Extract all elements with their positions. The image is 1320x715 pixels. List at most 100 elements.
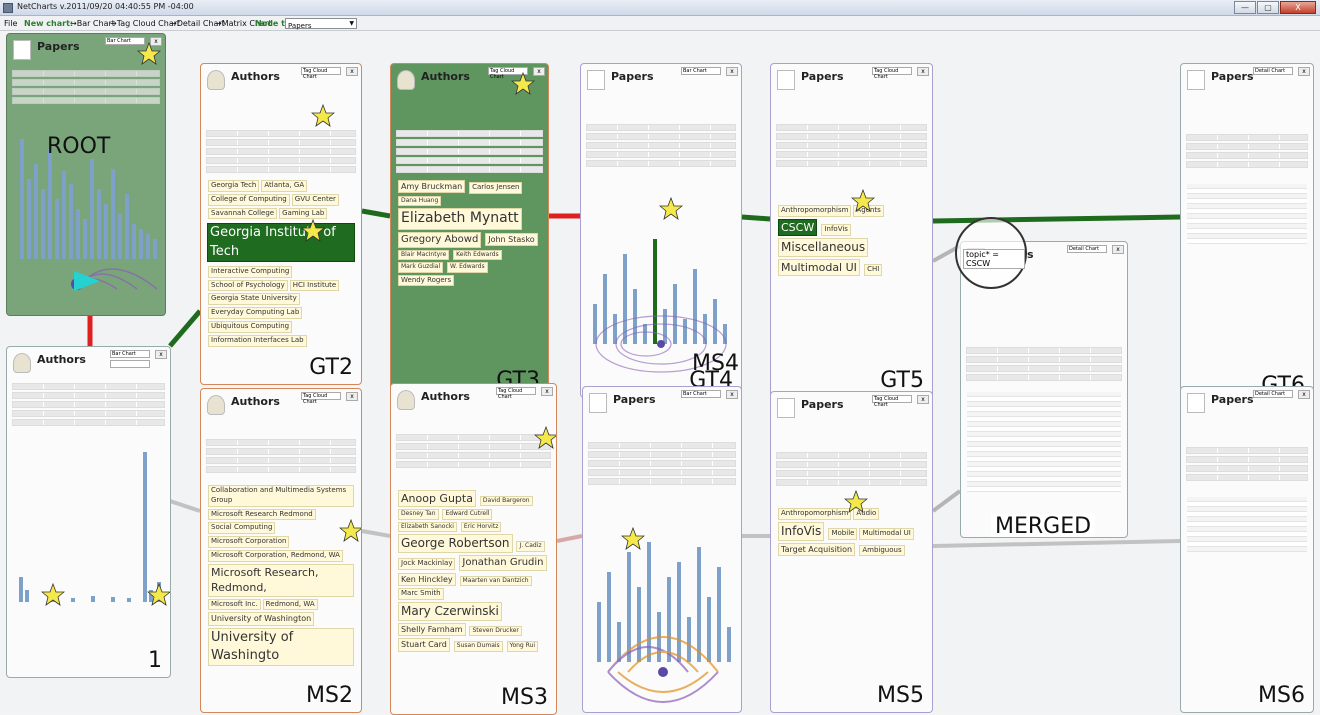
tag-author[interactable]: Gregory Abowd [398, 231, 482, 248]
node-controls[interactable] [206, 130, 356, 180]
tag-author[interactable]: W. Edwards [447, 262, 488, 273]
node-gt4[interactable]: Papers Bar Chart x GT4 [580, 63, 742, 398]
tag-author[interactable]: Desney Tan [398, 509, 439, 520]
link-1-ms2[interactable] [169, 499, 201, 513]
tag-author[interactable]: Marc Smith [398, 588, 444, 601]
link-gt2-gt3[interactable] [361, 208, 391, 219]
graph-canvas[interactable]: Papers Bar Chart x ROOT Authors Bar Chart x … [0, 31, 1320, 715]
tag-author[interactable]: Stuart Card [398, 638, 450, 652]
node-1[interactable]: Authors Bar Chart x 1 [6, 346, 171, 678]
tag-target-acquisition[interactable]: Target Acquisition [778, 542, 856, 556]
tag-author[interactable]: Amy Bruckman [398, 180, 466, 194]
tag-author[interactable]: John Stasko [485, 232, 538, 246]
tag-georgia-tech[interactable]: Georgia Institute of Tech [207, 223, 355, 262]
chart-type-select[interactable]: Tag Cloud Chart [872, 395, 912, 408]
tag-author[interactable]: Shelly Farnham [398, 622, 466, 637]
tag-cloud[interactable]: Anthropomorphism Audio InfoVis Mobile Mult… [777, 507, 926, 557]
node-controls[interactable] [12, 70, 160, 120]
link-ms3-ms4[interactable] [556, 534, 583, 543]
tag-author[interactable]: Blair MacIntyre [398, 249, 450, 261]
node-ms3[interactable]: Authors Tag Cloud Chart x Anoop Gupta Davi… [390, 383, 557, 715]
node-controls[interactable] [396, 434, 551, 484]
menu-file[interactable]: File [4, 19, 17, 28]
close-node-button[interactable]: x [155, 350, 167, 359]
node-controls[interactable] [12, 383, 165, 433]
node-controls[interactable] [206, 439, 356, 489]
tag-author[interactable]: Steven Drucker [469, 625, 522, 637]
tag-author[interactable]: Jonathan Grudin [459, 554, 547, 571]
tag-cloud[interactable]: Amy Bruckman Carlos Jensen Dana Huang El… [397, 179, 542, 287]
tag-author[interactable]: David Bargeron [479, 496, 533, 507]
close-node-button[interactable]: x [541, 387, 553, 396]
chart-type-select[interactable]: Tag Cloud Chart [872, 67, 912, 80]
node-controls[interactable] [1186, 447, 1308, 497]
node-ms2[interactable]: Authors Tag Cloud Chart x Collaboration an… [200, 388, 362, 713]
node-type-select[interactable]: Papers ▼ [285, 18, 357, 30]
tag-author[interactable]: Yong Rui [506, 641, 539, 652]
close-button[interactable]: X [1280, 1, 1316, 14]
tag-author[interactable]: Mary Czerwinski [398, 602, 502, 621]
node-controls[interactable] [586, 124, 736, 174]
chart-type-select[interactable]: Detail Chart [1067, 245, 1107, 253]
node-root[interactable]: Papers Bar Chart x ROOT [6, 33, 166, 316]
maximize-button[interactable]: ▢ [1257, 1, 1279, 14]
chart-type-select[interactable]: Tag Cloud Chart [301, 67, 341, 80]
tag-author[interactable]: Elizabeth Mynatt [398, 208, 522, 230]
node-gt5[interactable]: Papers Tag Cloud Chart x AnthropomorphismA… [770, 63, 933, 398]
menu-bar-chart[interactable]: →Bar Chart [70, 19, 115, 28]
chart-type-select[interactable]: Tag Cloud Chart [301, 392, 341, 405]
node-gt2[interactable]: Authors Tag Cloud Chart x Georgia Tech Atla… [200, 63, 362, 385]
node-controls[interactable] [1186, 134, 1308, 184]
node-controls[interactable] [396, 130, 543, 180]
tag-multimodal-ui[interactable]: Multimodal UI [778, 258, 860, 277]
tag-author[interactable]: Mark Guzdial [398, 262, 444, 273]
close-node-button[interactable]: x [917, 395, 929, 404]
tag-author[interactable]: George Robertson [398, 534, 513, 553]
tag-cloud[interactable]: Collaboration and Multimedia Systems Gro… [207, 484, 355, 667]
minimize-button[interactable]: — [1234, 1, 1256, 14]
tag-org[interactable]: University of Washington [208, 612, 315, 626]
tag-author[interactable]: J. Cadiz [516, 541, 545, 552]
tag-infovis[interactable]: InfoVis [778, 521, 825, 541]
tag-author[interactable]: Eric Horvitz [460, 521, 502, 533]
close-node-button[interactable]: x [346, 67, 358, 76]
detail-table[interactable] [1187, 497, 1307, 552]
close-node-button[interactable]: x [346, 392, 358, 401]
tag-author[interactable]: Susan Dumais [453, 641, 503, 652]
close-node-button[interactable]: x [1298, 67, 1310, 76]
tag-author[interactable]: Carlos Jensen [469, 182, 523, 194]
tag-chi[interactable]: CHI [864, 263, 883, 276]
tag-cloud[interactable]: Anoop Gupta David Bargeron Desney Tan Ed… [397, 489, 550, 653]
tag-author[interactable]: Wendy Rogers [398, 274, 455, 287]
tag-cscw[interactable]: CSCW [778, 218, 818, 237]
tag-miscellaneous[interactable]: Miscellaneous [778, 238, 869, 257]
node-ms5[interactable]: Papers Tag Cloud Chart x Anthropomorphism A… [770, 391, 933, 713]
chart-type-select[interactable]: Bar Chart [110, 350, 150, 358]
tag-infovis[interactable]: InfoVis [821, 223, 851, 236]
tag-author[interactable]: Jock Mackinlay [398, 557, 456, 570]
close-node-button[interactable]: x [726, 67, 738, 76]
chart-type-select[interactable]: Tag Cloud Chart [496, 387, 536, 400]
tag-author[interactable]: Edward Cutrell [442, 509, 493, 520]
tag-author[interactable]: Dana Huang [398, 195, 442, 207]
chart-type-select[interactable]: Bar Chart [681, 67, 721, 75]
node-controls[interactable] [776, 124, 927, 174]
tag-org[interactable]: University of Washingto [208, 627, 354, 666]
tag-author[interactable]: Keith Edwards [453, 249, 502, 261]
tag-org[interactable]: Microsoft Research, Redmond, [208, 563, 354, 597]
chart-type-select[interactable]: Detail Chart [1253, 390, 1293, 398]
close-node-button[interactable]: x [1298, 390, 1310, 399]
tag-author[interactable]: Elizabeth Sanocki [398, 521, 457, 533]
link-gt5-gt6[interactable] [932, 214, 1181, 224]
tag-org[interactable]: Microsoft Corporation [208, 536, 290, 548]
link-gt4-gt5[interactable] [741, 214, 771, 222]
close-node-button[interactable]: x [1112, 245, 1124, 254]
bar-chart[interactable] [15, 437, 162, 602]
node-ms6[interactable]: Papers Detail Chart x MS6 [1180, 386, 1314, 713]
close-node-button[interactable]: x [917, 67, 929, 76]
tag-author[interactable]: Anoop Gupta [398, 490, 476, 508]
detail-table[interactable] [1187, 184, 1307, 244]
chart-type-select[interactable]: Detail Chart [1253, 67, 1293, 75]
node-gt3[interactable]: Authors Tag Cloud Chart x Amy Bruckman Car… [390, 63, 549, 398]
link-ms2-ms3[interactable] [361, 529, 391, 538]
